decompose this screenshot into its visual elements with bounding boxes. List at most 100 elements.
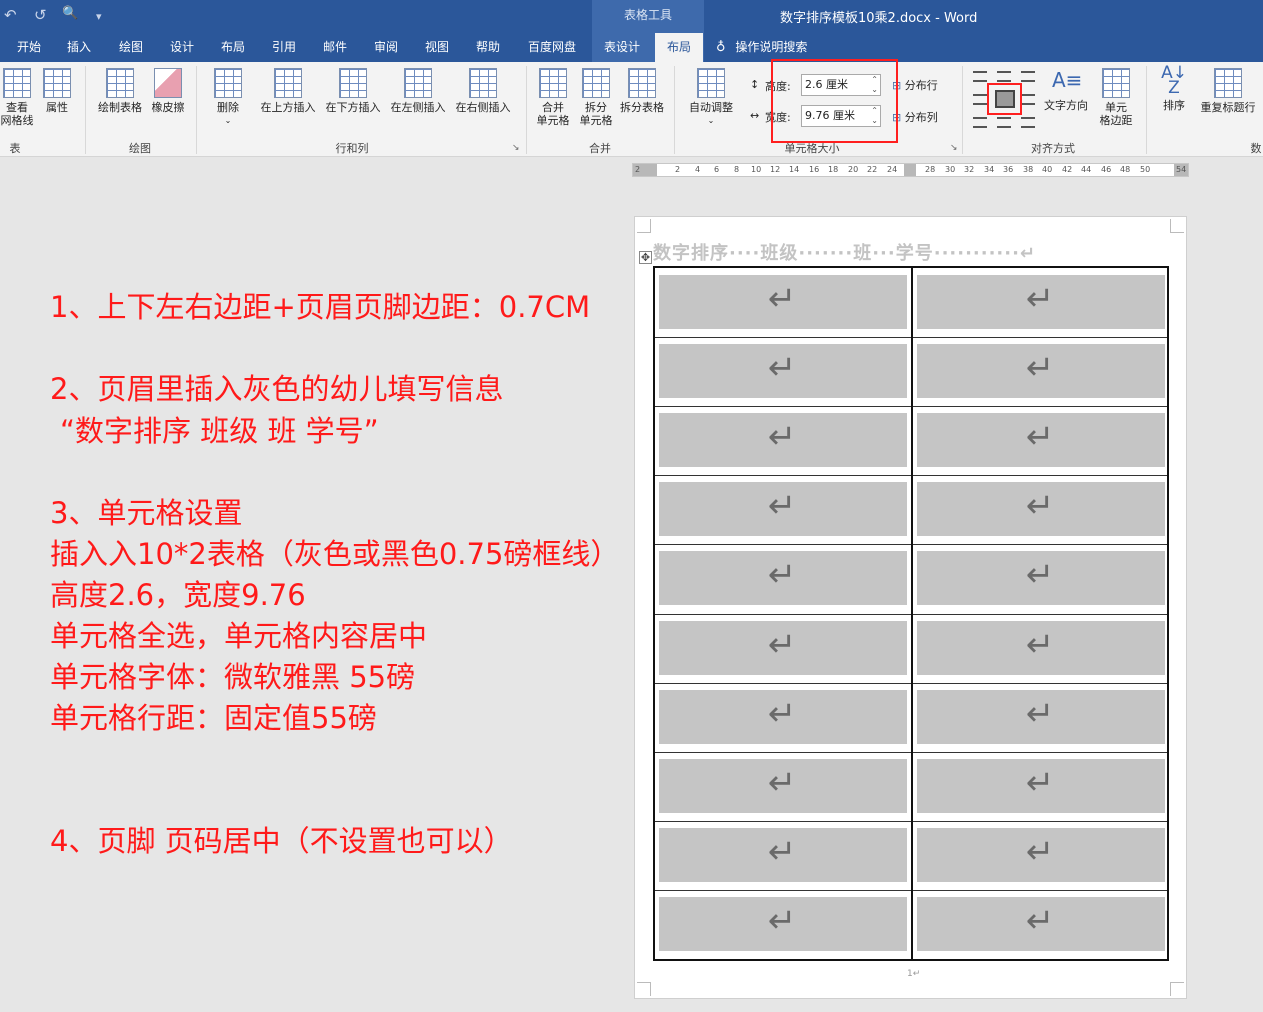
repeat-header-rows-button[interactable]: 重复标题行 xyxy=(1196,68,1260,114)
margin-corner-mark xyxy=(637,219,651,233)
highlight-box-center-align xyxy=(987,83,1022,115)
tab-draw[interactable]: 绘图 xyxy=(112,33,150,62)
table-cell[interactable]: ↵ xyxy=(655,337,909,406)
table-cell[interactable]: ↵ xyxy=(913,544,1167,613)
dialog-launcher-icon[interactable]: ↘ xyxy=(512,143,520,153)
table-cell[interactable]: ↵ xyxy=(913,752,1167,821)
print-preview-icon[interactable]: 🔍 xyxy=(62,6,78,21)
table-cell[interactable]: ↵ xyxy=(655,268,909,337)
tab-baidu-netdisk[interactable]: 百度网盘 xyxy=(522,33,582,62)
distribute-columns-button[interactable]: ⊞ 分布列 xyxy=(892,109,938,125)
document-page[interactable]: 数字排序····班级·······班···学号···········↵ ✥ ↵ ↵… xyxy=(634,216,1187,999)
tab-mailings[interactable]: 邮件 xyxy=(316,33,354,62)
group-label-alignment: 对齐方式 xyxy=(1031,142,1075,155)
tab-table-design[interactable]: 表设计 xyxy=(598,33,646,62)
autofit-button[interactable]: 自动调整 ⌄ xyxy=(684,68,738,127)
paragraph-mark-icon: ↵ xyxy=(1025,348,1055,389)
insert-column-left-icon xyxy=(404,68,432,98)
insert-right-label: 在右侧插入 xyxy=(455,101,511,114)
ribbon: 查看 网格线 属性 表 绘制表格 橡皮擦 绘图 删除 ⌄ 在上方插入 在下方插入… xyxy=(0,59,1263,157)
tab-design[interactable]: 设计 xyxy=(163,33,201,62)
paragraph-mark-icon: ↵ xyxy=(767,831,797,872)
ruler-tick: 42 xyxy=(1062,165,1073,174)
tab-help[interactable]: 帮助 xyxy=(469,33,507,62)
split-cells-button[interactable]: 拆分 单元格 xyxy=(575,68,617,127)
ruler-tick: 22 xyxy=(867,165,878,174)
properties-icon xyxy=(43,68,71,98)
table-cell[interactable]: ↵ xyxy=(655,890,909,959)
ruler-tick: 24 xyxy=(887,165,898,174)
table-cell[interactable]: ↵ xyxy=(655,752,909,821)
horizontal-ruler[interactable]: 2 2 4 6 8 10 12 14 16 18 20 22 24 28 30 … xyxy=(632,163,1189,177)
tab-home[interactable]: 开始 xyxy=(10,33,48,62)
tab-page-layout[interactable]: 布局 xyxy=(214,33,252,62)
pencil-table-icon xyxy=(106,68,134,98)
delete-table-icon xyxy=(214,68,242,98)
align-middle-right-icon[interactable] xyxy=(1021,94,1035,105)
tab-table-layout[interactable]: 布局 xyxy=(655,33,703,62)
sort-label: 排序 xyxy=(1163,99,1185,112)
table-cell[interactable]: ↵ xyxy=(655,683,909,752)
tab-review[interactable]: 审阅 xyxy=(367,33,405,62)
align-top-left-icon[interactable] xyxy=(973,71,987,82)
table-cell[interactable]: ↵ xyxy=(913,683,1167,752)
paragraph-mark-icon: ↵ xyxy=(767,624,797,665)
table-cell[interactable]: ↵ xyxy=(655,475,909,544)
cell-margins-button[interactable]: 单元 格边距 xyxy=(1096,68,1136,127)
table-cell[interactable]: ↵ xyxy=(655,544,909,613)
table-cell[interactable]: ↵ xyxy=(913,475,1167,544)
table-cell[interactable]: ↵ xyxy=(913,821,1167,890)
tab-view[interactable]: 视图 xyxy=(418,33,456,62)
paragraph-mark-icon: ↵ xyxy=(767,348,797,389)
insert-right-button[interactable]: 在右侧插入 xyxy=(451,68,515,114)
delete-button[interactable]: 删除 ⌄ xyxy=(206,68,250,127)
split-table-button[interactable]: 拆分表格 xyxy=(617,68,667,114)
align-bottom-center-icon[interactable] xyxy=(997,117,1011,128)
table-cell[interactable]: ↵ xyxy=(913,614,1167,683)
customize-qat-icon[interactable]: ▾ xyxy=(96,10,102,23)
sort-button[interactable]: A↓ Z 排序 xyxy=(1156,63,1192,113)
tab-references[interactable]: 引用 xyxy=(265,33,303,62)
table-cell[interactable]: ↵ xyxy=(913,406,1167,475)
page-header-text[interactable]: 数字排序····班级·······班···学号···········↵ xyxy=(653,239,1036,265)
eraser-button[interactable]: 橡皮擦 xyxy=(148,68,188,114)
sort-az-icon: A↓ Z xyxy=(1161,63,1187,98)
document-table[interactable]: ↵ ↵ ↵ ↵ ↵ ↵ ↵ ↵ ↵ ↵ ↵ ↵ ↵ ↵ ↵ ↵ ↵ ↵ ↵ ↵ xyxy=(653,266,1169,961)
lightbulb-icon: ♁ xyxy=(716,40,726,55)
table-cell[interactable]: ↵ xyxy=(913,890,1167,959)
align-bottom-right-icon[interactable] xyxy=(1021,117,1035,128)
insert-left-button[interactable]: 在左侧插入 xyxy=(386,68,450,114)
table-cell[interactable]: ↵ xyxy=(913,268,1167,337)
align-top-center-icon[interactable] xyxy=(997,71,1011,82)
group-label-merge: 合并 xyxy=(589,142,611,155)
table-cell[interactable]: ↵ xyxy=(655,821,909,890)
ruler-tick: 4 xyxy=(695,165,701,174)
draw-table-button[interactable]: 绘制表格 xyxy=(94,68,146,114)
align-bottom-left-icon[interactable] xyxy=(973,117,987,128)
tell-me-search[interactable]: ♁ 操作说明搜索 xyxy=(716,33,807,62)
merge-cells-button[interactable]: 合并 单元格 xyxy=(532,68,574,127)
table-cell[interactable]: ↵ xyxy=(655,614,909,683)
insert-left-label: 在左侧插入 xyxy=(390,101,446,114)
table-cell[interactable]: ↵ xyxy=(655,406,909,475)
insert-above-button[interactable]: 在上方插入 xyxy=(256,68,320,114)
distribute-rows-button[interactable]: ⊞ 分布行 xyxy=(892,77,938,93)
tab-insert[interactable]: 插入 xyxy=(60,33,98,62)
instruction-3-size: 高度2.6，宽度9.76 xyxy=(50,578,306,612)
insert-below-button[interactable]: 在下方插入 xyxy=(321,68,385,114)
properties-button[interactable]: 属性 xyxy=(40,68,74,114)
table-cell[interactable]: ↵ xyxy=(913,337,1167,406)
ruler-column-marker[interactable] xyxy=(904,164,916,176)
view-gridlines-button[interactable]: 查看 网格线 xyxy=(0,68,34,127)
group-label-table: 表 xyxy=(9,142,21,155)
text-direction-button[interactable]: A≡ 文字方向 xyxy=(1040,66,1092,112)
align-top-right-icon[interactable] xyxy=(1021,71,1035,82)
table-move-handle-icon[interactable]: ✥ xyxy=(639,251,652,264)
text-direction-icon: A≡ xyxy=(1052,68,1083,92)
table-tools-context-label: 表格工具 xyxy=(592,0,704,33)
dialog-launcher-icon[interactable]: ↘ xyxy=(950,143,958,153)
undo-icon[interactable]: ↶ xyxy=(4,6,17,24)
align-middle-left-icon[interactable] xyxy=(973,94,987,105)
redo-icon[interactable]: ↺ xyxy=(34,6,47,24)
cell-margins-icon xyxy=(1102,68,1130,98)
